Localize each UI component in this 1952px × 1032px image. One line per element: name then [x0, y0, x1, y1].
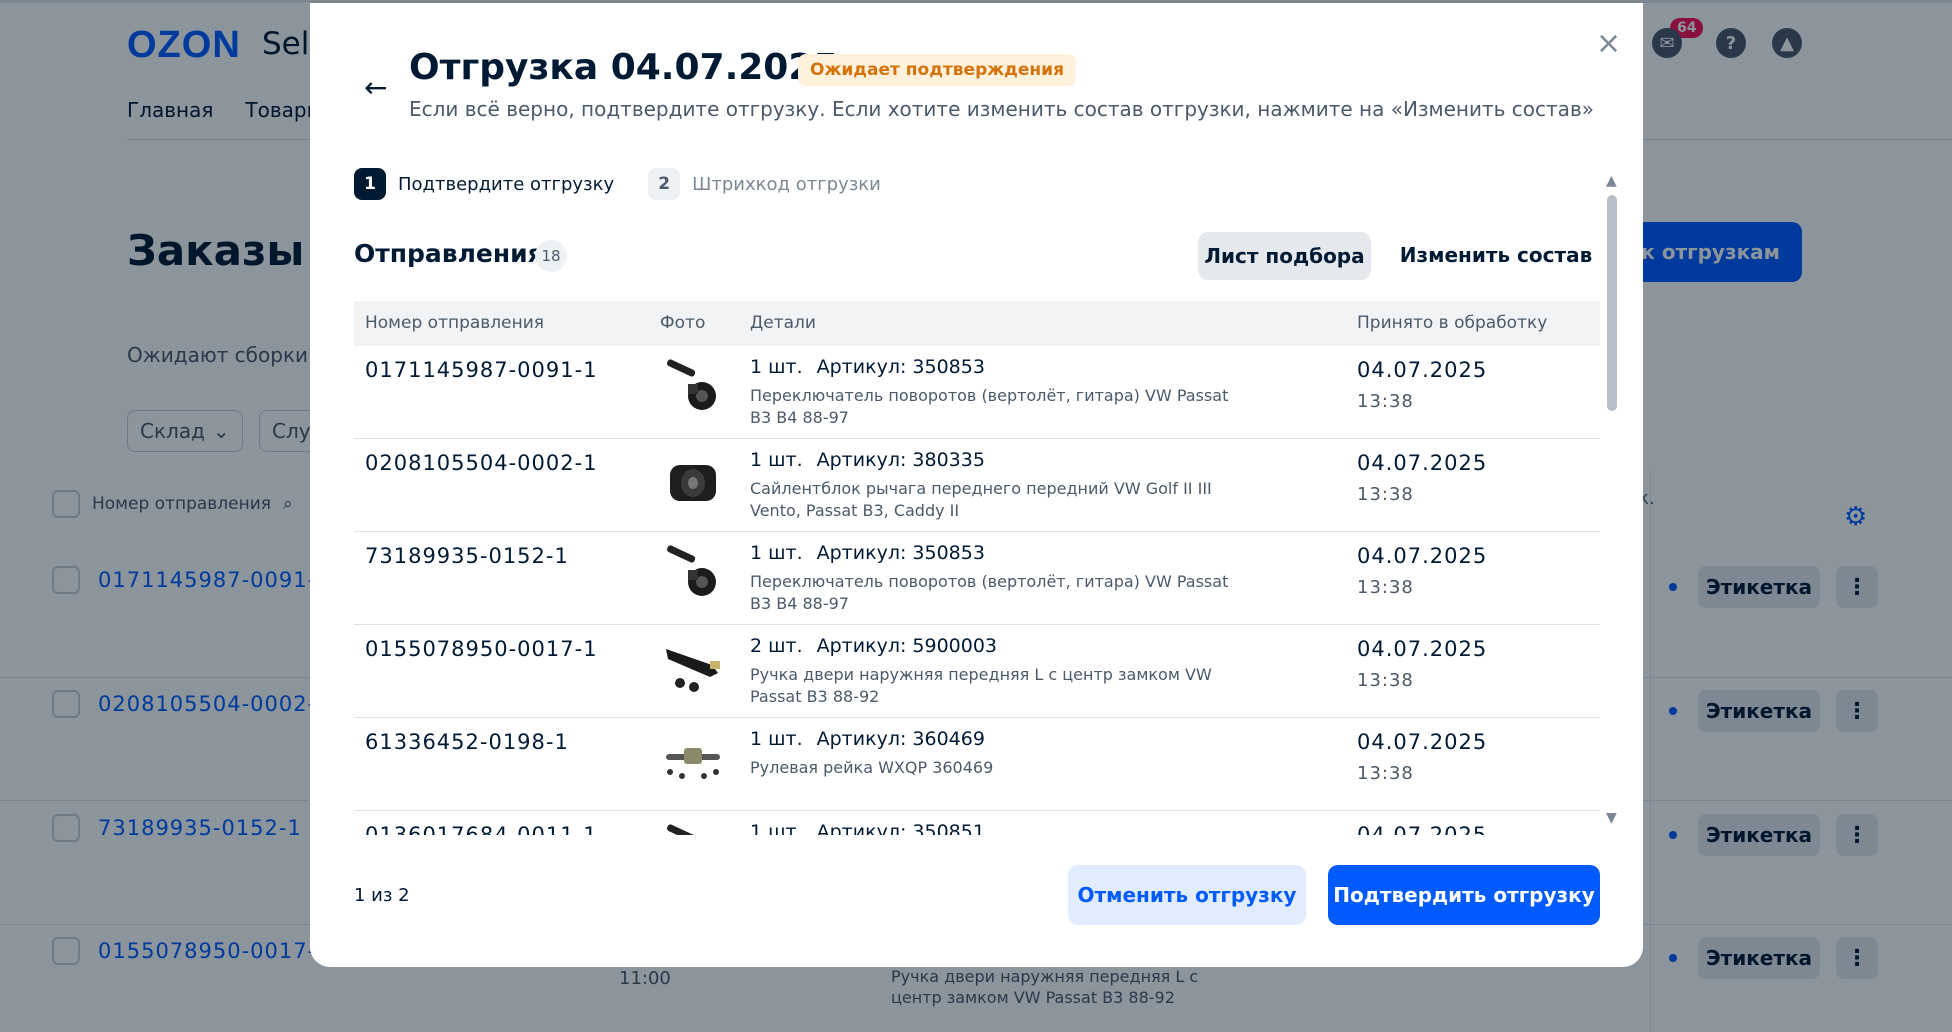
accepted-time: 13:38: [1357, 763, 1414, 784]
shipment-number: 0155078950-0017-1: [365, 637, 598, 661]
close-icon[interactable]: ×: [1596, 29, 1621, 59]
product-qty: 1 шт.: [750, 821, 803, 835]
step-1-number: 1: [354, 168, 386, 200]
section-title: Отправления: [354, 239, 544, 268]
product-qty: 1 шт.: [750, 356, 803, 378]
product-qty-article: 2 шт. Артикул: 5900003: [750, 635, 997, 657]
step-2-number: 2: [648, 168, 681, 200]
product-qty-article: 1 шт. Артикул: 380335: [750, 449, 985, 471]
table-row[interactable]: 0136017684-0011-1 1 шт. Артикул: 350851 04.…: [354, 811, 1600, 835]
accepted-date: 04.07.2025: [1357, 637, 1488, 661]
table-header: Номер отправления Фото Детали Принято в …: [354, 301, 1600, 346]
change-composition-button[interactable]: Изменить состав: [1391, 226, 1601, 284]
product-qty: 1 шт.: [750, 542, 803, 564]
accepted-time: 13:38: [1357, 484, 1414, 505]
product-article: Артикул: 350853: [816, 356, 985, 378]
accepted-date: 04.07.2025: [1357, 730, 1488, 754]
column-photo: Фото: [660, 313, 706, 333]
modal-title: Отгрузка 04.07.2025: [409, 47, 839, 88]
scrollbar[interactable]: ▲ ▼: [1606, 173, 1620, 833]
product-article: Артикул: 5900003: [816, 635, 998, 657]
stepper: 1 Подтвердите отгрузку 2 Штрихкод отгруз…: [354, 168, 881, 200]
shipment-number: 61336452-0198-1: [365, 730, 569, 754]
product-qty: 2 шт.: [750, 635, 803, 657]
product-description: Переключатель поворотов (вертолёт, гитар…: [750, 572, 1229, 613]
product-photo[interactable]: [660, 637, 726, 701]
shipments-table[interactable]: Номер отправления Фото Детали Принято в …: [354, 301, 1600, 835]
product-description: Ручка двери наружняя передняя L с центр …: [750, 665, 1212, 706]
product-qty: 1 шт.: [750, 728, 803, 750]
product-photo[interactable]: [660, 451, 726, 515]
product-photo[interactable]: [660, 544, 726, 608]
table-row[interactable]: 73189935-0152-1 1 шт. Артикул: 350853 Перек…: [354, 532, 1600, 625]
scroll-up-icon[interactable]: ▲: [1606, 173, 1617, 189]
product-article: Артикул: 380335: [816, 449, 985, 471]
column-details: Детали: [750, 313, 816, 333]
confirm-shipment-button[interactable]: Подтвердить отгрузку: [1328, 865, 1600, 925]
modal-subtitle: Если всё верно, подтвердите отгрузку. Ес…: [409, 97, 1594, 121]
step-2-label: Штрихкод отгрузки: [692, 173, 881, 195]
product-description: Рулевая рейка WXQP 360469: [750, 758, 994, 777]
product-qty-article: 1 шт. Артикул: 350853: [750, 542, 985, 564]
product-qty-article: 1 шт. Артикул: 350853: [750, 356, 985, 378]
step-1-label: Подтвердите отгрузку: [398, 173, 615, 195]
product-article: Артикул: 350853: [816, 542, 985, 564]
cancel-shipment-button[interactable]: Отменить отгрузку: [1068, 865, 1306, 925]
accepted-date: 04.07.2025: [1357, 544, 1488, 568]
table-row[interactable]: 0155078950-0017-1 2 шт. Артикул: 5900003 Ру…: [354, 625, 1600, 718]
product-photo[interactable]: [660, 358, 726, 422]
shipment-modal: × ← Отгрузка 04.07.2025 Ожидает подтверж…: [310, 3, 1643, 967]
shipment-number: 0171145987-0091-1: [365, 358, 598, 382]
product-qty: 1 шт.: [750, 449, 803, 471]
product-photo[interactable]: [660, 730, 726, 794]
product-qty-article: 1 шт. Артикул: 350851: [750, 821, 985, 835]
pagination-label: 1 из 2: [354, 885, 410, 906]
table-row[interactable]: 61336452-0198-1 1 шт. Артикул: 360469 Рулев…: [354, 718, 1600, 811]
shipment-number: 0136017684-0011-1: [365, 823, 598, 835]
product-photo[interactable]: [660, 823, 726, 835]
table-row[interactable]: 0171145987-0091-1 1 шт. Артикул: 350853 Пер…: [354, 346, 1600, 439]
shipment-number: 73189935-0152-1: [365, 544, 569, 568]
product-article: Артикул: 350851: [816, 821, 985, 835]
accepted-date: 04.07.2025: [1357, 823, 1488, 835]
shipment-number: 0208105504-0002-1: [365, 451, 598, 475]
column-accepted: Принято в обработку: [1357, 313, 1548, 333]
accepted-time: 13:38: [1357, 670, 1414, 691]
accepted-date: 04.07.2025: [1357, 451, 1488, 475]
back-arrow-icon[interactable]: ←: [364, 71, 387, 104]
pick-list-button[interactable]: Лист подбора: [1198, 232, 1371, 280]
status-badge: Ожидает подтверждения: [798, 54, 1076, 86]
accepted-time: 13:38: [1357, 391, 1414, 412]
accepted-time: 13:38: [1357, 577, 1414, 598]
product-article: Артикул: 360469: [816, 728, 985, 750]
product-description: Переключатель поворотов (вертолёт, гитар…: [750, 386, 1229, 427]
section-count-badge: 18: [535, 240, 567, 272]
scrollbar-thumb[interactable]: [1607, 195, 1617, 411]
product-qty-article: 1 шт. Артикул: 360469: [750, 728, 985, 750]
table-row[interactable]: 0208105504-0002-1 1 шт. Артикул: 380335 Сай…: [354, 439, 1600, 532]
accepted-date: 04.07.2025: [1357, 358, 1488, 382]
column-shipment-number: Номер отправления: [365, 313, 545, 333]
product-description: Сайлентблок рычага переднего передний VW…: [750, 479, 1212, 520]
scroll-down-icon[interactable]: ▼: [1606, 810, 1617, 826]
